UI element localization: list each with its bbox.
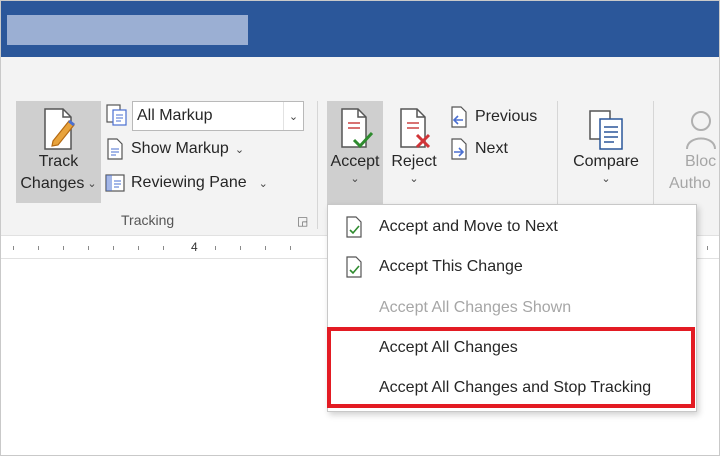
ruler-tick	[707, 246, 708, 250]
previous-label: Previous	[475, 108, 538, 125]
reviewing-pane-button[interactable]: Reviewing Pane ⌄	[105, 171, 268, 195]
accept-label: Accept	[330, 153, 380, 170]
ruler-tick	[290, 246, 291, 250]
person-icon	[683, 107, 719, 151]
reject-label: Reject	[391, 153, 437, 170]
chevron-down-icon: ⌄	[601, 173, 611, 185]
chevron-down-icon: ⌄	[234, 143, 245, 156]
reviewing-pane-icon	[105, 172, 125, 194]
document-prev-icon	[449, 106, 469, 128]
show-markup-icon	[105, 138, 125, 160]
ruler-tick	[240, 246, 241, 250]
track-changes-label-2: Changes	[20, 175, 85, 192]
document-x-icon	[395, 107, 433, 151]
menu-item-accept-all-changes-shown: Accept All Changes Shown	[328, 289, 696, 327]
ruler-tick	[63, 246, 64, 250]
compare-button[interactable]: Compare ⌄	[567, 101, 645, 205]
compare-label: Compare	[573, 153, 639, 170]
red-highlight-box	[327, 327, 695, 408]
accept-this-change-icon	[344, 255, 364, 279]
next-change-button[interactable]: Next	[449, 137, 508, 161]
menu-item-label: Accept All Changes Shown	[379, 299, 572, 316]
previous-change-button[interactable]: Previous	[449, 105, 537, 129]
ruler-tick	[38, 246, 39, 250]
chevron-down-icon: ⌄	[350, 173, 360, 185]
markup-display-select[interactable]: All Markup ⌄	[132, 101, 304, 131]
display-for-review-icon	[105, 103, 129, 132]
ruler-tick	[88, 246, 89, 250]
accept-move-next-icon	[344, 215, 364, 239]
block-authors-label-1: Bloc	[685, 153, 717, 170]
markup-display-value: All Markup	[137, 107, 213, 124]
ruler-tick	[265, 246, 266, 250]
ruler-tick	[113, 246, 114, 250]
ruler-tick	[138, 246, 139, 250]
document-check-icon	[336, 107, 374, 151]
chevron-down-icon: ⌄	[409, 173, 419, 185]
group-divider	[317, 101, 318, 229]
block-authors-button[interactable]: Bloc Autho	[665, 101, 719, 205]
accept-button[interactable]: Accept ⌄	[327, 101, 383, 205]
ruler-tick	[163, 246, 164, 250]
menu-item-accept-this-change[interactable]: Accept This Change	[328, 248, 696, 286]
redacted-title	[7, 15, 248, 45]
chevron-down-icon[interactable]: ⌄	[283, 102, 303, 130]
ruler-tick	[13, 246, 14, 250]
compare-documents-icon	[586, 107, 626, 151]
menu-item-accept-and-move-to-next[interactable]: Accept and Move to Next	[328, 208, 696, 246]
menu-item-label: Accept and Move to Next	[379, 218, 558, 235]
track-changes-button[interactable]: Track Changes ⌄	[16, 101, 101, 203]
document-pencil-icon	[39, 107, 79, 151]
show-markup-button[interactable]: Show Markup ⌄	[105, 137, 244, 161]
reviewing-pane-label: Reviewing Pane	[131, 174, 247, 191]
tracking-group-label: Tracking	[121, 212, 175, 228]
title-bar	[1, 1, 719, 57]
ruler-number: 4	[191, 240, 198, 254]
document-next-icon	[449, 138, 469, 160]
reject-button[interactable]: Reject ⌄	[387, 101, 441, 205]
chevron-down-icon: ⌄	[258, 177, 268, 190]
block-authors-label-2: Autho	[669, 175, 711, 192]
track-changes-label-1: Track	[38, 153, 79, 170]
dialog-launcher-icon[interactable]: ◲	[297, 214, 308, 228]
show-markup-label: Show Markup	[131, 140, 229, 157]
chevron-down-icon: ⌄	[87, 178, 97, 190]
next-label: Next	[475, 140, 508, 157]
menu-item-label: Accept This Change	[379, 258, 523, 275]
word-window: Track Changes ⌄ Show Markup ⌄ Reviewing …	[0, 0, 720, 456]
track-changes-label-2-row: Changes ⌄	[20, 173, 96, 195]
ruler-tick	[215, 246, 216, 250]
